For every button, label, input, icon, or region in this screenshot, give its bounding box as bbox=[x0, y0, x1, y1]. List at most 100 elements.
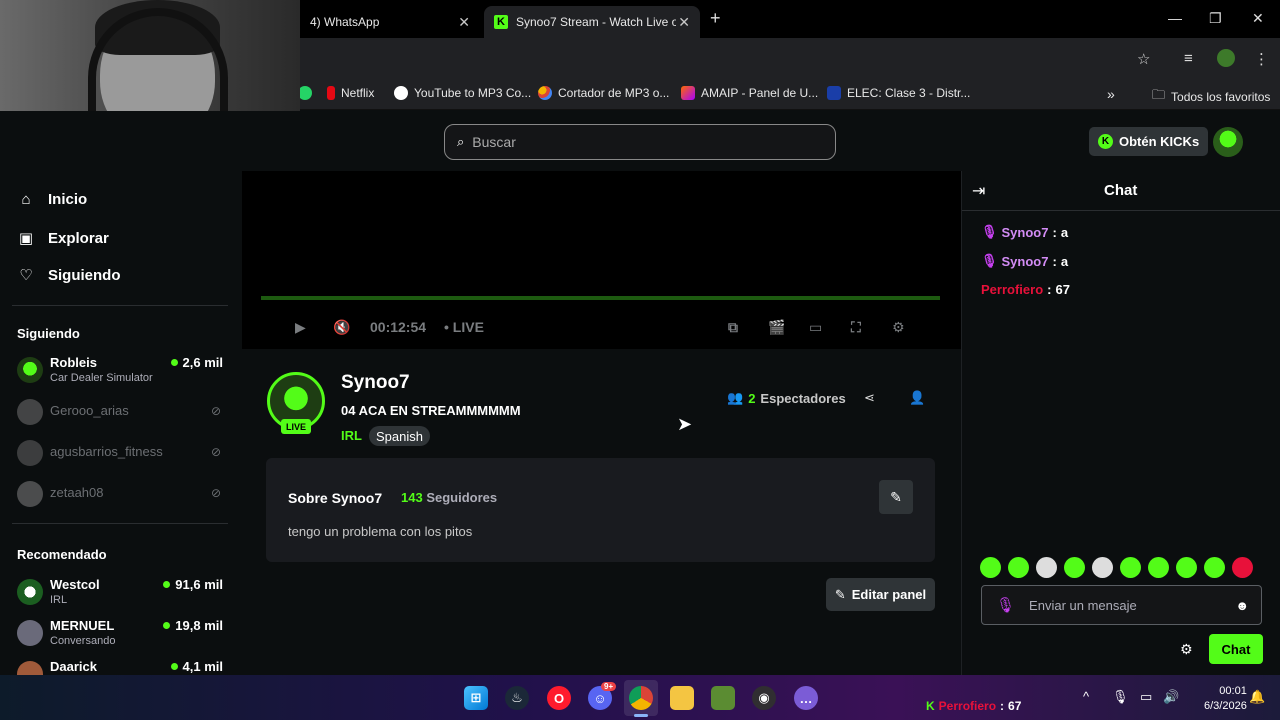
maximize-icon[interactable]: ❐ bbox=[1209, 10, 1222, 27]
explore-icon: ▣ bbox=[18, 230, 34, 247]
emote-icon[interactable] bbox=[1036, 557, 1057, 578]
new-tab-icon[interactable]: + bbox=[710, 8, 721, 29]
chat-username[interactable]: Perrofiero bbox=[981, 282, 1043, 297]
emote-icon[interactable] bbox=[1120, 557, 1141, 578]
bookmark-netflix[interactable]: Netflix bbox=[327, 86, 374, 100]
chat-text: a bbox=[1060, 224, 1069, 240]
bookmark-amaip[interactable]: AMAIP - Panel de U... bbox=[681, 86, 818, 100]
windows-start-icon[interactable]: ⊞ bbox=[464, 686, 488, 710]
emote-icon[interactable] bbox=[1204, 557, 1225, 578]
profile-avatar-icon[interactable] bbox=[1217, 49, 1235, 67]
more-bookmarks-icon[interactable]: » bbox=[1107, 86, 1115, 102]
nav-explorar[interactable]: ▣ Explorar bbox=[18, 229, 109, 248]
player-progress-bar[interactable] bbox=[261, 296, 940, 300]
stream-title: 04 ACA EN STREAMMMMMM bbox=[341, 403, 521, 418]
emote-icon[interactable] bbox=[1092, 557, 1113, 578]
user-avatar[interactable] bbox=[1213, 127, 1243, 157]
settings-gear-icon[interactable]: ⚙ bbox=[892, 319, 905, 336]
bookmark-youtube-mp3[interactable]: YouTube to MP3 Co... bbox=[394, 86, 531, 100]
bookmark-whatsapp[interactable] bbox=[298, 86, 312, 100]
stream-tag[interactable]: Spanish bbox=[369, 426, 430, 446]
taskbar-clock[interactable]: 00:01 6/3/2026 bbox=[1204, 684, 1247, 714]
close-tab-icon[interactable]: ✕ bbox=[458, 14, 470, 31]
following-title: Siguiendo bbox=[17, 326, 80, 341]
chat-placeholder: Enviar un mensaje bbox=[1029, 597, 1137, 613]
emote-icon[interactable] bbox=[1232, 557, 1253, 578]
folder-icon: 🗀 bbox=[1152, 87, 1166, 102]
sidebar-channel-daarick[interactable]: Daarick 4,1 mil bbox=[17, 657, 227, 675]
mic-badge-icon: 🎙 bbox=[981, 224, 998, 239]
microphone-icon[interactable]: 🎙 bbox=[1112, 689, 1129, 705]
dots-icon bbox=[538, 86, 552, 100]
close-tab-icon[interactable]: ✕ bbox=[678, 14, 690, 31]
tab-whatsapp[interactable]: 4) WhatsApp ✕ bbox=[300, 6, 480, 38]
all-bookmarks[interactable]: 🗀 Todos los favoritos bbox=[1152, 86, 1270, 108]
edit-about-button[interactable]: ✎ bbox=[879, 480, 913, 514]
sidebar-channel-robleis[interactable]: Robleis Car Dealer Simulator 2,6 mil bbox=[17, 353, 227, 387]
emote-icon[interactable] bbox=[980, 557, 1001, 578]
live-dot-icon bbox=[163, 581, 171, 588]
user-settings-icon[interactable]: 👤 bbox=[909, 390, 925, 406]
chrome-icon[interactable] bbox=[629, 686, 653, 710]
emote-icon[interactable] bbox=[1176, 557, 1197, 578]
live-dot-icon bbox=[170, 359, 178, 366]
sidebar-channel-westcol[interactable]: Westcol IRL 91,6 mil bbox=[17, 575, 227, 609]
window-close-icon[interactable]: ✕ bbox=[1252, 10, 1264, 27]
network-icon[interactable]: ▭ bbox=[1140, 689, 1152, 705]
nav-inicio[interactable]: ⌂ Inicio bbox=[18, 191, 87, 208]
search-input[interactable]: ⌕ Buscar bbox=[444, 124, 836, 160]
emoji-picker-icon[interactable]: ☻ bbox=[1235, 598, 1249, 613]
tab-kick-stream[interactable]: K Synoo7 Stream - Watch Live on ✕ bbox=[484, 6, 700, 38]
stream-category[interactable]: IRL bbox=[341, 428, 362, 443]
discord-badge: 9+ bbox=[601, 682, 617, 691]
obs-icon[interactable]: ◉ bbox=[752, 686, 776, 710]
star-bookmark-icon[interactable]: ☆ bbox=[1137, 50, 1150, 68]
chat-username[interactable]: Synoo7 bbox=[1002, 225, 1049, 240]
chat-send-button[interactable]: Chat bbox=[1209, 634, 1263, 664]
offline-icon: ⊘ bbox=[210, 486, 221, 500]
kick-favicon-icon: K bbox=[494, 15, 508, 29]
volume-icon[interactable]: 🔊 bbox=[1163, 689, 1179, 705]
minecraft-icon[interactable] bbox=[711, 686, 735, 710]
sidebar-channel-gerooo[interactable]: Gerooo_arias ⊘ bbox=[17, 395, 227, 429]
bookmark-elec[interactable]: ELEC: Clase 3 - Distr... bbox=[827, 86, 970, 100]
menu-dots-icon[interactable]: ⋮ bbox=[1254, 50, 1269, 68]
get-kicks-button[interactable]: K Obtén KICKs bbox=[1089, 127, 1209, 156]
mic-icon[interactable]: 🎙 bbox=[996, 596, 1015, 614]
bookmark-cortador-mp3[interactable]: Cortador de MP3 o... bbox=[538, 86, 669, 100]
chat-settings-gear-icon[interactable]: ⚙ bbox=[1180, 641, 1193, 658]
chat-message-input[interactable]: 🎙 Enviar un mensaje ☻ bbox=[981, 585, 1262, 625]
media-control-icon[interactable]: ≡ bbox=[1184, 50, 1193, 67]
minimize-icon[interactable]: — bbox=[1168, 10, 1182, 26]
notifications-icon[interactable]: 🔔 bbox=[1249, 689, 1265, 705]
share-icon[interactable]: ⋖ bbox=[864, 390, 875, 406]
chat-panel: ⇥ Chat 🎙 Synoo7: a 🎙 Synoo7: a Perrofier… bbox=[961, 171, 1280, 675]
nav-siguiendo[interactable]: ♡ Siguiendo bbox=[18, 266, 120, 285]
collapse-chat-icon[interactable]: ⇥ bbox=[972, 181, 985, 201]
chat-username[interactable]: Synoo7 bbox=[1002, 254, 1049, 269]
taskbar-chat-notification: K Perrofiero: 67 bbox=[926, 699, 1022, 713]
show-hidden-icons-icon[interactable]: ^ bbox=[1083, 689, 1089, 704]
file-explorer-icon[interactable] bbox=[670, 686, 694, 710]
clip-icon[interactable]: 🎬 bbox=[768, 319, 785, 336]
sidebar-channel-zetaah[interactable]: zetaah08 ⊘ bbox=[17, 477, 227, 511]
avatar bbox=[17, 579, 43, 605]
fullscreen-icon[interactable]: ⛶ bbox=[851, 319, 861, 336]
sidebar-channel-mernuel[interactable]: MERNUEL Conversando 19,8 mil bbox=[17, 616, 227, 650]
viewer-count: 2,6 mil bbox=[170, 355, 223, 370]
play-icon[interactable]: ▶ bbox=[295, 319, 306, 336]
opera-icon[interactable]: O bbox=[547, 686, 571, 710]
emote-icon[interactable] bbox=[1064, 557, 1085, 578]
viewer-count: 4,1 mil bbox=[170, 659, 223, 674]
emote-icon[interactable] bbox=[1148, 557, 1169, 578]
steam-icon[interactable]: ♨ bbox=[505, 686, 529, 710]
sidebar-channel-agusbarrios[interactable]: agusbarrios_fitness ⊘ bbox=[17, 436, 227, 470]
pip-icon[interactable]: ⧉ bbox=[728, 319, 738, 336]
chat-app-icon[interactable]: … bbox=[794, 686, 818, 710]
mute-icon[interactable]: 🔇 bbox=[333, 319, 350, 336]
emote-icon[interactable] bbox=[1008, 557, 1029, 578]
theater-mode-icon[interactable]: ▭ bbox=[809, 319, 822, 336]
streamer-name[interactable]: Synoo7 bbox=[341, 372, 410, 394]
edit-panel-button[interactable]: ✎ Editar panel bbox=[826, 578, 935, 611]
netflix-icon bbox=[327, 86, 335, 100]
